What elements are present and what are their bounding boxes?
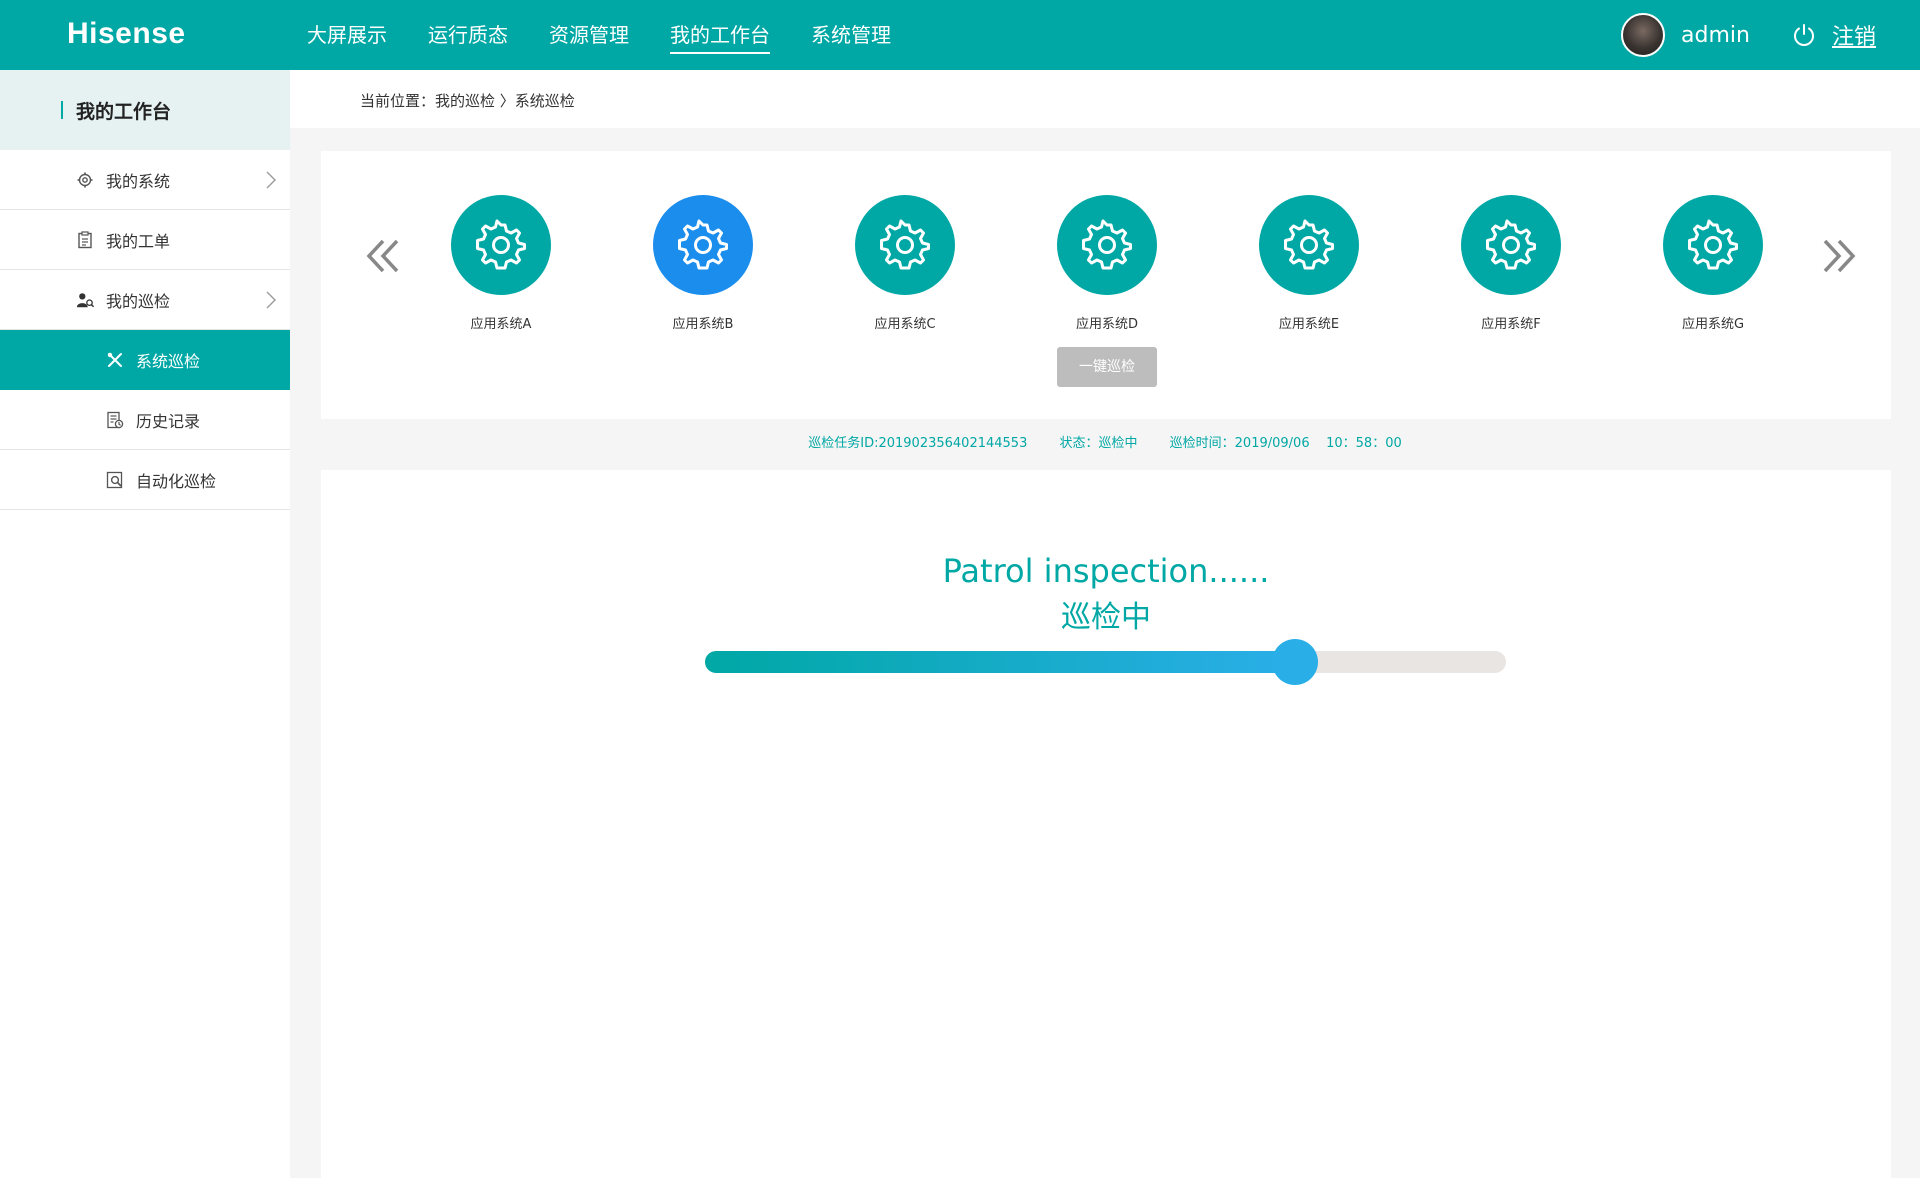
breadcrumb: 当前位置：我的巡检 〉系统巡检 (360, 92, 575, 110)
double-chevron-left-icon[interactable] (363, 231, 403, 281)
task-time: 巡检时间：2019/09/06 10：58：00 (1169, 436, 1402, 451)
system-gear-button[interactable] (855, 195, 955, 295)
gear-icon (678, 219, 728, 270)
system-label: 应用系统A (470, 317, 532, 332)
breadcrumb-bar: 当前位置：我的巡检 〉系统巡检 (290, 70, 1920, 128)
main-nav: 大屏展示 运行质态 资源管理 我的工作台 系统管理 (307, 0, 932, 70)
nav-item-resource-management[interactable]: 资源管理 (549, 0, 629, 70)
sidebar-title: 我的工作台 (0, 70, 290, 150)
logout-link[interactable]: 注销 (1832, 19, 1876, 51)
gear-icon (476, 219, 526, 270)
system-label: 应用系统B (672, 317, 734, 332)
username: admin (1681, 22, 1750, 48)
sidebar-item-label: 我的工单 (106, 231, 171, 251)
task-status: 状态：巡检中 (1059, 436, 1138, 451)
sidebar-item-history[interactable]: 历史记录 (0, 390, 290, 450)
gear-icon (1284, 219, 1334, 270)
system-gear-button[interactable] (1461, 195, 1561, 295)
sidebar-item-my-systems[interactable]: 我的系统 (0, 150, 290, 210)
progress-title-en: Patrol inspection...... (942, 552, 1270, 590)
gear-icon (1688, 219, 1738, 270)
nav-item-system-management[interactable]: 系统管理 (811, 0, 891, 70)
system-label: 应用系统G (1681, 317, 1745, 332)
system-item[interactable]: 应用系统B (643, 195, 763, 332)
progress-track (705, 639, 1506, 685)
system-label: 应用系统C (874, 317, 936, 332)
progress-knob[interactable] (1272, 639, 1318, 685)
system-selector-card: 应用系统A 应用系统B 应用系统C 应用系统D 应用系统E 应用系统F 应用系统G 一键巡检 (321, 151, 1891, 419)
top-bar: Hisense 大屏展示 运行质态 资源管理 我的工作台 系统管理 admin … (0, 0, 1920, 70)
sidebar-item-label: 历史记录 (136, 411, 201, 431)
system-gear-button[interactable] (1663, 195, 1763, 295)
chevron-right-icon (266, 291, 276, 309)
progress-card: Patrol inspection...... 巡检中 (321, 470, 1891, 1178)
hisense-logo[interactable]: Hisense (67, 17, 186, 51)
system-gear-button[interactable] (1057, 195, 1157, 295)
auto-search-icon (106, 471, 124, 489)
gear-icon (880, 219, 930, 270)
sidebar-item-label: 自动化巡检 (136, 471, 217, 491)
sidebar-item-label: 系统巡检 (136, 351, 201, 371)
one-click-patrol-button[interactable]: 一键巡检 (1057, 347, 1157, 387)
gear-icon (1486, 219, 1536, 270)
sidebar: 我的工作台 我的系统 我的工单 我的巡检 系统巡检 历史记录 自动化巡检 (0, 70, 290, 1178)
clipboard-icon (76, 230, 94, 249)
avatar[interactable] (1621, 13, 1666, 57)
gear-icon (1082, 219, 1132, 270)
double-chevron-right-icon[interactable] (1819, 231, 1859, 281)
power-icon[interactable] (1790, 21, 1818, 49)
system-item[interactable]: 应用系统G (1653, 195, 1773, 332)
sidebar-item-my-tickets[interactable]: 我的工单 (0, 210, 290, 270)
inspector-icon (76, 291, 94, 309)
sidebar-item-system-inspection[interactable]: 系统巡检 (0, 330, 290, 390)
system-gear-button[interactable] (653, 195, 753, 295)
nav-item-my-workbench[interactable]: 我的工作台 (670, 0, 770, 70)
progress-fill (705, 651, 1295, 673)
system-item[interactable]: 应用系统E (1249, 195, 1369, 332)
nav-item-big-screen[interactable]: 大屏展示 (307, 0, 387, 70)
system-item[interactable]: 应用系统C (845, 195, 965, 332)
system-label: 应用系统D (1075, 317, 1138, 332)
sidebar-item-label: 我的系统 (106, 171, 171, 191)
system-gear-button[interactable] (451, 195, 551, 295)
system-label: 应用系统E (1278, 317, 1340, 332)
gear-icon (76, 171, 94, 189)
history-icon (106, 411, 124, 429)
sidebar-item-auto-inspection[interactable]: 自动化巡检 (0, 450, 290, 510)
system-item[interactable]: 应用系统F (1451, 195, 1571, 332)
system-label: 应用系统F (1481, 317, 1541, 332)
user-area: admin 注销 (1621, 0, 1920, 70)
sidebar-item-label: 我的巡检 (106, 291, 171, 311)
nav-item-operation-status[interactable]: 运行质态 (428, 0, 508, 70)
system-item[interactable]: 应用系统A (441, 195, 561, 332)
system-item[interactable]: 应用系统D (1047, 195, 1167, 332)
task-info-line: 巡检任务ID:201902356402144553 状态：巡检中 巡检时间：20… (290, 432, 1920, 451)
tools-icon (106, 351, 124, 369)
progress-title-cn: 巡检中 (1061, 600, 1151, 635)
system-gear-button[interactable] (1259, 195, 1359, 295)
sidebar-item-my-inspection[interactable]: 我的巡检 (0, 270, 290, 330)
chevron-right-icon (266, 171, 276, 189)
task-id: 巡检任务ID:201902356402144553 (808, 436, 1028, 451)
